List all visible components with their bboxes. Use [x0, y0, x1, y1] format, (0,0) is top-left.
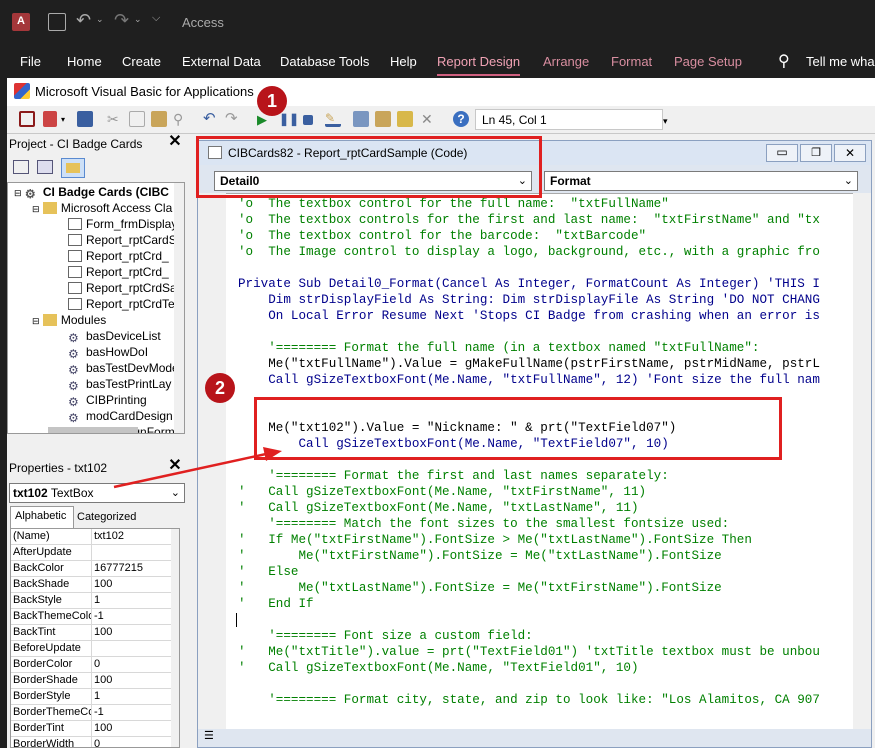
annotation-arrow	[113, 447, 282, 489]
